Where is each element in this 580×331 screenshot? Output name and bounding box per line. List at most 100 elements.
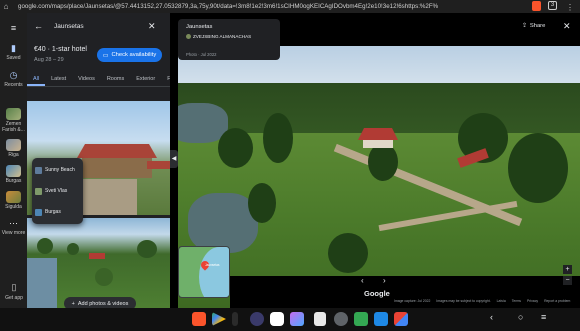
recents-nav-icon[interactable]: ≡ (541, 312, 546, 322)
get-app-label: Get app (5, 295, 23, 301)
minimap-water (199, 247, 229, 297)
minimap[interactable]: Jaunsetas (178, 246, 230, 298)
tab-videos[interactable]: Videos (72, 73, 101, 86)
rail-label: Sigulda (5, 204, 22, 210)
app-icon[interactable] (232, 312, 238, 326)
phone-icon: ▯ (11, 282, 17, 292)
brave-shield-icon[interactable] (532, 1, 541, 11)
tab-all[interactable]: All (27, 73, 46, 86)
rail-label: Riga (8, 152, 19, 158)
menu-item-label: Sveti Vlas (45, 188, 68, 194)
left-rail: ≡ ▮ Saved ◷ Recents Zemen Farish &... Ri… (0, 13, 27, 308)
check-availability-label: Check availability (111, 52, 157, 58)
rail-label: Recents (4, 82, 23, 88)
rail-label: Burgas (5, 178, 22, 184)
zoom-in-button[interactable]: + (563, 265, 572, 274)
terms-link[interactable]: Terms (512, 299, 521, 303)
rail-label: Zemen Farish &... (2, 121, 25, 133)
menu-dots-icon[interactable]: ⋮ (564, 1, 576, 13)
plus-icon: + (71, 300, 75, 307)
avatar (186, 34, 191, 39)
app-icon[interactable] (314, 312, 326, 326)
place-thumbnail (6, 165, 21, 177)
hotel-dates[interactable]: Aug 28 – 29 (34, 57, 64, 63)
share-icon: ⇪ (522, 23, 527, 29)
place-title: Jaunsetas (186, 24, 213, 30)
tab-count-button[interactable]: 3 (548, 1, 557, 10)
report-problem-link[interactable]: Report a problem (544, 299, 570, 303)
place-thumbnail (6, 108, 21, 120)
back-nav-icon[interactable]: ‹ (490, 312, 493, 322)
app-icon[interactable] (250, 312, 264, 326)
app-icon[interactable] (270, 312, 284, 326)
search-bar[interactable]: ← Jaunsetas ✕ (27, 19, 170, 35)
photo-info-card[interactable]: Jaunsetas ZVEJSBING ALMANACHAS Photo · J… (178, 19, 280, 60)
rail-item-recents[interactable]: ◷ Recents (0, 70, 27, 89)
minimap-label: Jaunsetas (205, 263, 220, 267)
menu-item-sveti-vlas[interactable]: Sveti Vlas (35, 182, 80, 200)
hamburger-menu-icon: ≡ (10, 23, 17, 33)
app-icon[interactable] (374, 312, 388, 326)
tab-latest[interactable]: Latest (45, 73, 72, 86)
close-icon[interactable]: ✕ (563, 21, 571, 32)
image-capture: Image capture: Jul 2022 (394, 299, 431, 303)
previous-photo-button[interactable]: ‹ (361, 276, 364, 285)
rail-menu[interactable]: ≡ (0, 23, 27, 36)
rail-item-zemen[interactable]: Zemen Farish &... (0, 108, 27, 133)
bookmark-icon: ▮ (11, 43, 16, 53)
bed-icon: ▭ (102, 52, 109, 59)
rail-item-view-more[interactable]: ⋯ View more (0, 218, 27, 237)
place-thumbnail (35, 208, 42, 216)
add-photos-button[interactable]: + Add photos & videos (64, 297, 136, 308)
close-icon[interactable]: ✕ (148, 21, 156, 32)
tab-exterior[interactable]: Exterior (130, 73, 161, 86)
app-icon[interactable] (354, 312, 368, 326)
tab-food[interactable]: Food (161, 73, 170, 86)
menu-item-label: Sunny Beach (45, 167, 75, 173)
rail-item-riga[interactable]: Riga (0, 139, 27, 159)
app-icon[interactable] (394, 312, 408, 326)
brave-app-icon[interactable] (192, 312, 206, 326)
home-nav-icon[interactable]: ○ (518, 312, 523, 322)
share-button[interactable]: ⇪ Share (522, 23, 545, 29)
photo-date: Photo · Jul 2022 (186, 52, 217, 57)
copyright-notice: Images may be subject to copyright. (436, 299, 491, 303)
search-query[interactable]: Jaunsetas (54, 23, 84, 30)
home-icon[interactable]: ⌂ (0, 1, 12, 13)
next-photo-button[interactable]: › (383, 276, 386, 285)
rail-label: Saved (6, 55, 21, 61)
privacy-link[interactable]: Privacy (527, 299, 538, 303)
photo-thumbnail-aerial[interactable] (27, 218, 170, 308)
attribution-row: Image capture: Jul 2022 Images may be su… (394, 299, 570, 303)
back-arrow-icon[interactable]: ← (34, 21, 43, 31)
place-thumbnail (35, 187, 42, 195)
address-bar[interactable]: google.com/maps/place/Jaunsetas/@57.4413… (18, 3, 438, 10)
browser-toolbar: ⌂ google.com/maps/place/Jaunsetas/@57.44… (0, 0, 580, 13)
street-view-footer (230, 276, 580, 308)
photo-tabs: All Latest Videos Rooms Exterior Food (27, 73, 170, 87)
collapse-panel-button[interactable]: ◀ (170, 150, 178, 168)
rail-item-burgas[interactable]: Burgas (0, 165, 27, 185)
contributor[interactable]: ZVEJSBING ALMANACHAS (186, 34, 251, 39)
check-availability-button[interactable]: ▭ Check availability (97, 48, 162, 62)
tab-rooms[interactable]: Rooms (101, 73, 130, 86)
place-thumbnail (6, 191, 21, 203)
place-side-panel: ← Jaunsetas ✕ €40 · 1-star hotel Aug 28 … (27, 13, 170, 308)
get-app-button[interactable]: ▯ Get app (3, 282, 25, 301)
app-icon[interactable] (334, 312, 348, 326)
menu-item-sunny-beach[interactable]: Sunny Beach (35, 161, 80, 179)
country-label: Latvia (496, 299, 506, 303)
rail-item-sigulda[interactable]: Sigulda (0, 191, 27, 211)
zoom-out-button[interactable]: − (563, 276, 572, 285)
rail-item-saved[interactable]: ▮ Saved (0, 43, 27, 62)
app-icon[interactable] (290, 312, 304, 326)
hotel-price: €40 · 1-star hotel (34, 46, 87, 53)
add-photos-label: Add photos & videos (77, 300, 129, 307)
location-switcher-menu: Sunny Beach Sveti Vlas Burgas (32, 158, 83, 224)
place-thumbnail (35, 166, 42, 174)
menu-item-label: Burgas (45, 209, 61, 215)
rail-label: View more (1, 230, 26, 236)
google-logo: Google (364, 289, 390, 298)
menu-item-burgas[interactable]: Burgas (35, 203, 80, 221)
contributor-name: ZVEJSBING ALMANACHAS (193, 34, 252, 39)
